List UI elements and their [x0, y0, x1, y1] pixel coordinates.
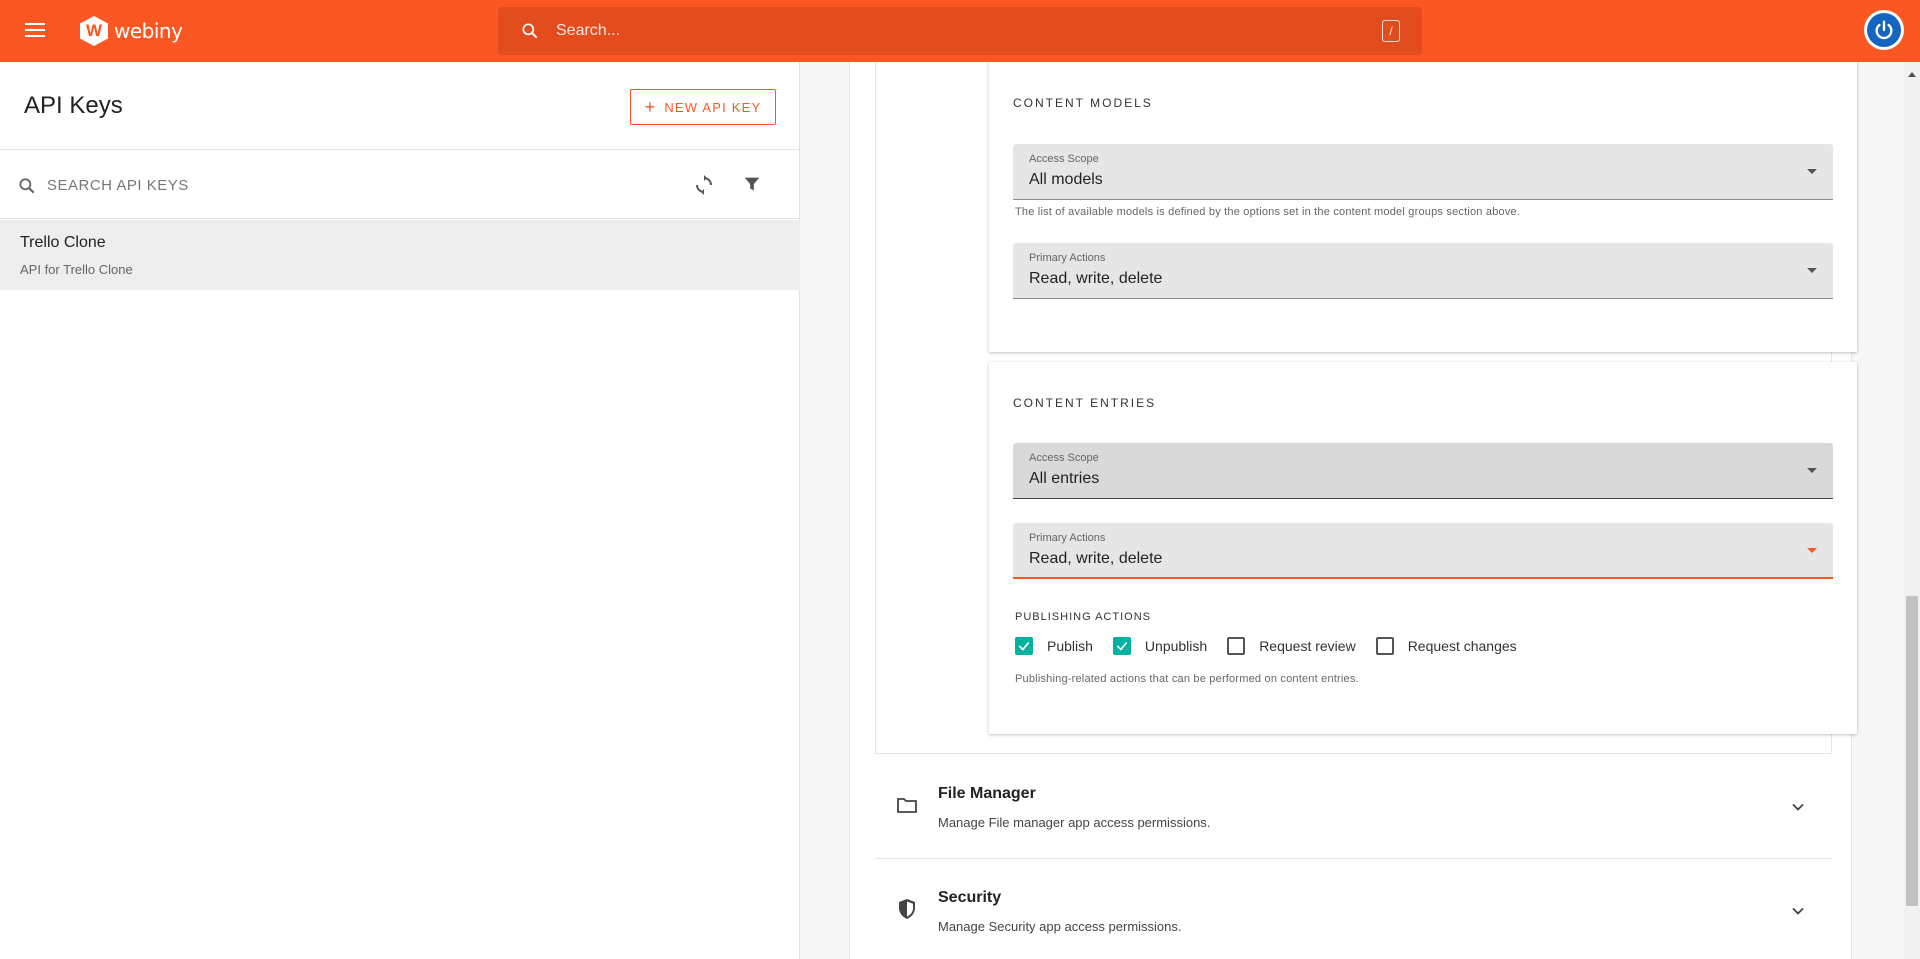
- global-search-bar[interactable]: /: [498, 7, 1422, 55]
- list-item[interactable]: Trello Clone API for Trello Clone: [0, 220, 800, 290]
- filter-icon[interactable]: [741, 173, 763, 195]
- publish-label: Publish: [1047, 638, 1093, 654]
- select-value: Read, write, delete: [1029, 550, 1163, 567]
- content-entries-title: CONTENT ENTRIES: [1013, 396, 1157, 410]
- api-keys-list-panel: API Keys + NEW API KEY Trello Clone API …: [0, 62, 800, 959]
- search-icon: [19, 178, 35, 194]
- search-icon: [522, 23, 538, 39]
- content-models-title: CONTENT MODELS: [1013, 96, 1153, 110]
- accordion-title: Security: [938, 889, 1002, 906]
- chevron-down-icon: [1792, 907, 1804, 915]
- list-header: API Keys + NEW API KEY: [0, 62, 800, 150]
- select-label: Access Scope: [1029, 153, 1099, 165]
- webiny-logo[interactable]: W webiny: [80, 15, 183, 47]
- logo-mark: W: [80, 16, 108, 46]
- select-value: Read, write, delete: [1029, 270, 1163, 287]
- models-access-scope-select[interactable]: Access Scope All models: [1013, 144, 1833, 200]
- request-review-label: Request review: [1259, 638, 1356, 654]
- select-label: Primary Actions: [1029, 252, 1106, 264]
- publishing-helper-text: Publishing-related actions that can be p…: [1015, 673, 1359, 685]
- list-search-bar: [0, 151, 800, 219]
- chevron-down-icon: [1792, 803, 1804, 811]
- new-api-key-label: NEW API KEY: [664, 99, 762, 115]
- security-accordion[interactable]: Security Manage Security app access perm…: [875, 859, 1832, 959]
- unpublish-label: Unpublish: [1144, 638, 1208, 654]
- publishing-actions-checkboxes: Publish Unpublish Request review Request…: [1015, 637, 1537, 655]
- dropdown-caret-icon: [1807, 468, 1817, 473]
- hamburger-menu-icon[interactable]: [22, 19, 48, 43]
- select-label: Primary Actions: [1029, 532, 1106, 544]
- plus-icon: +: [644, 96, 657, 117]
- unpublish-checkbox[interactable]: [1112, 637, 1131, 655]
- shield-icon: [899, 899, 915, 919]
- select-value: All models: [1029, 171, 1103, 188]
- models-primary-actions-select[interactable]: Primary Actions Read, write, delete: [1013, 243, 1833, 299]
- logo-text: webiny: [114, 19, 183, 43]
- dropdown-caret-icon: [1807, 169, 1817, 174]
- file-manager-accordion[interactable]: File Manager Manage File manager app acc…: [875, 755, 1832, 859]
- power-icon: [1867, 13, 1901, 47]
- select-value: All entries: [1029, 470, 1100, 487]
- entries-primary-actions-select[interactable]: Primary Actions Read, write, delete: [1013, 523, 1833, 579]
- request-review-checkbox[interactable]: [1227, 637, 1246, 655]
- request-changes-checkbox[interactable]: [1375, 637, 1394, 655]
- accordion-description: Manage Security app access permissions.: [938, 919, 1182, 934]
- accordion-title: File Manager: [938, 785, 1036, 802]
- page-scrollbar[interactable]: [1904, 62, 1920, 959]
- access-scope-helper-text: The list of available models is defined …: [1015, 206, 1521, 218]
- search-api-keys-input[interactable]: [47, 173, 647, 197]
- user-avatar[interactable]: [1864, 10, 1904, 50]
- accordion-description: Manage File manager app access permissio…: [938, 815, 1211, 830]
- top-bar: W webiny /: [0, 0, 1920, 62]
- scrollbar-thumb[interactable]: [1906, 596, 1918, 906]
- entries-access-scope-select[interactable]: Access Scope All entries: [1013, 443, 1833, 499]
- refresh-icon[interactable]: [692, 173, 716, 197]
- api-key-form-panel: CONTENT MODELS Access Scope All models T…: [800, 62, 1904, 959]
- publish-checkbox[interactable]: [1015, 637, 1033, 655]
- folder-icon: [897, 798, 917, 813]
- publishing-actions-label: PUBLISHING ACTIONS: [1015, 611, 1151, 623]
- permissions-form: CONTENT MODELS Access Scope All models T…: [849, 62, 1857, 959]
- scroll-up-arrow-icon[interactable]: [1908, 72, 1916, 77]
- search-shortcut-hint: /: [1382, 20, 1400, 42]
- list-item-title: Trello Clone: [20, 234, 106, 251]
- select-label: Access Scope: [1029, 452, 1099, 464]
- new-api-key-button[interactable]: + NEW API KEY: [630, 89, 776, 125]
- global-search-input[interactable]: [556, 19, 1356, 43]
- content-entries-card: CONTENT ENTRIES Access Scope All entries…: [989, 362, 1857, 734]
- dropdown-caret-icon: [1807, 548, 1817, 553]
- content-models-card: CONTENT MODELS Access Scope All models T…: [989, 62, 1857, 352]
- dropdown-caret-icon: [1807, 268, 1817, 273]
- list-item-subtitle: API for Trello Clone: [20, 262, 133, 277]
- page-title: API Keys: [24, 92, 123, 119]
- headless-cms-permissions: CONTENT MODELS Access Scope All models T…: [875, 62, 1857, 754]
- request-changes-label: Request changes: [1407, 638, 1517, 654]
